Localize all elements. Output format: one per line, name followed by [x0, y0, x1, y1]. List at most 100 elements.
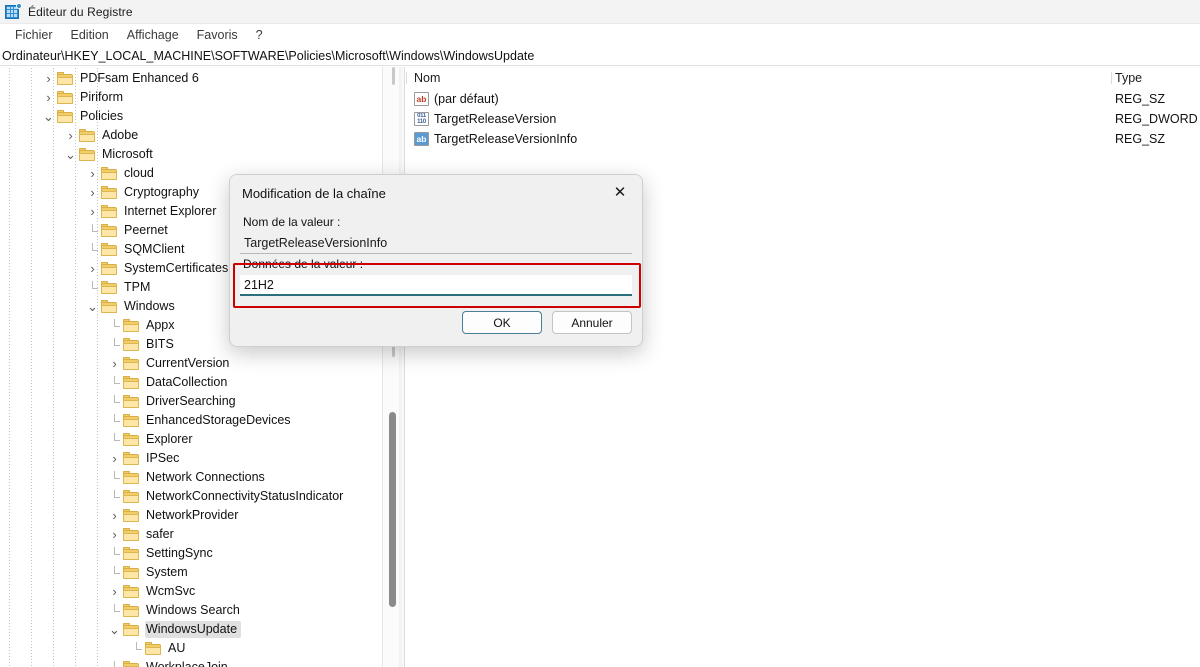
tree-item[interactable]: EnhancedStorageDevices	[0, 411, 382, 430]
tree-item-label: Policies	[80, 109, 124, 123]
value-row[interactable]: 011 110 TargetReleaseVersion REG_DWORD	[406, 109, 1200, 129]
folder-icon	[123, 489, 140, 504]
tree-item-label: EnhancedStorageDevices	[146, 413, 291, 427]
chevron-right-icon[interactable]: ›	[86, 167, 99, 180]
tree-item-label: Microsoft	[102, 147, 153, 161]
folder-icon	[123, 356, 140, 371]
menu-item-affichage[interactable]: Affichage	[118, 26, 188, 45]
tree-item-label: Adobe	[102, 128, 139, 142]
folder-icon	[123, 527, 140, 542]
tree-item[interactable]: › Adobe	[0, 126, 382, 145]
tree-item-label: Peernet	[124, 223, 168, 237]
tree-item[interactable]: WorkplaceJoin	[0, 658, 382, 667]
value-data-field[interactable]: 21H2	[240, 275, 632, 296]
chevron-right-icon[interactable]: ›	[108, 509, 121, 522]
chevron-right-icon[interactable]: ›	[86, 262, 99, 275]
menu-item-fichier[interactable]: Fichier	[6, 26, 62, 45]
window-title: Éditeur du Registre	[28, 4, 133, 19]
value-row[interactable]: ab (par défaut) REG_SZ	[406, 89, 1200, 109]
folder-icon	[101, 204, 118, 219]
registry-tree-pane[interactable]: › PDFsam Enhanced 6 › Piriform ⌄ Policies › Ado…	[0, 67, 382, 667]
chevron-right-icon[interactable]: ›	[108, 585, 121, 598]
chevron-right-icon[interactable]: ›	[108, 357, 121, 370]
tree-item[interactable]: DriverSearching	[0, 392, 382, 411]
chevron-down-icon[interactable]: ⌄	[42, 110, 55, 123]
chevron-right-icon[interactable]: ›	[108, 452, 121, 465]
menu-item-help[interactable]: ?	[247, 26, 272, 45]
tree-connector	[108, 433, 121, 446]
tree-item[interactable]: › CurrentVersion	[0, 354, 382, 373]
chevron-right-icon[interactable]: ›	[64, 129, 77, 142]
tree-item-label: System	[146, 565, 188, 579]
registry-values-pane[interactable]: Nom Type ab (par défaut) REG_SZ 011 110 Targe…	[406, 67, 1200, 667]
tree-item[interactable]: › safer	[0, 525, 382, 544]
ok-button[interactable]: OK	[462, 311, 542, 334]
tree-item[interactable]: Windows Search	[0, 601, 382, 620]
folder-icon	[79, 147, 96, 162]
tree-item-label: BITS	[146, 337, 174, 351]
value-name-field[interactable]: TargetReleaseVersionInfo	[240, 233, 632, 254]
address-path: Ordinateur\HKEY_LOCAL_MACHINE\SOFTWARE\P…	[2, 48, 535, 63]
chevron-right-icon[interactable]: ›	[86, 186, 99, 199]
tree-item[interactable]: › PDFsam Enhanced 6	[0, 69, 382, 88]
tree-item[interactable]: SettingSync	[0, 544, 382, 563]
menu-item-edition[interactable]: Edition	[62, 26, 118, 45]
value-type-cell: REG_DWORD	[1115, 112, 1198, 126]
value-row[interactable]: ab TargetReleaseVersionInfo REG_SZ	[406, 129, 1200, 149]
tree-item-label: WorkplaceJoin	[146, 660, 228, 667]
chevron-down-icon[interactable]: ⌄	[64, 148, 77, 161]
tree-item[interactable]: ⌄ Policies	[0, 107, 382, 126]
chevron-right-icon[interactable]: ›	[42, 91, 55, 104]
folder-icon	[101, 223, 118, 238]
values-column-header: Nom Type	[406, 67, 1200, 89]
folder-icon	[101, 299, 118, 314]
tree-item[interactable]: Explorer	[0, 430, 382, 449]
folder-icon	[101, 280, 118, 295]
tree-item[interactable]: › IPSec	[0, 449, 382, 468]
cancel-button[interactable]: Annuler	[552, 311, 632, 334]
tree-item[interactable]: ⌄ WindowsUpdate	[0, 620, 382, 639]
tree-connector	[108, 338, 121, 351]
value-name-cell: ab TargetReleaseVersionInfo	[406, 132, 1111, 146]
dialog-body: Nom de la valeur : TargetReleaseVersionI…	[230, 215, 642, 296]
tree-item[interactable]: ⌄ Microsoft	[0, 145, 382, 164]
address-bar[interactable]: Ordinateur\HKEY_LOCAL_MACHINE\SOFTWARE\P…	[0, 46, 1200, 66]
tree-item-label: SettingSync	[146, 546, 213, 560]
value-data-label: Données de la valeur :	[243, 257, 364, 271]
tree-connector	[86, 243, 99, 256]
registry-tree-list: › PDFsam Enhanced 6 › Piriform ⌄ Policies › Ado…	[0, 67, 382, 667]
column-header-type[interactable]: Type	[1111, 71, 1200, 85]
column-header-name[interactable]: Nom	[406, 71, 1111, 85]
tree-item[interactable]: DataCollection	[0, 373, 382, 392]
tree-connector	[108, 604, 121, 617]
splitter-grip-top[interactable]	[392, 67, 395, 85]
tree-vertical-scrollbar[interactable]	[386, 67, 399, 667]
tree-scrollbar-thumb[interactable]	[389, 412, 396, 607]
chevron-right-icon[interactable]: ›	[42, 72, 55, 85]
chevron-right-icon[interactable]: ›	[108, 528, 121, 541]
value-name-text: TargetReleaseVersionInfo	[434, 132, 578, 146]
folder-icon	[123, 432, 140, 447]
menu-item-favoris[interactable]: Favoris	[188, 26, 247, 45]
tree-connector	[108, 471, 121, 484]
value-type-cell: REG_SZ	[1115, 132, 1166, 146]
pane-splitter[interactable]	[382, 67, 405, 667]
registry-editor-icon	[5, 2, 22, 20]
tree-item-label: Piriform	[80, 90, 124, 104]
tree-item[interactable]: AU	[0, 639, 382, 658]
tree-item-label: Appx	[146, 318, 175, 332]
chevron-down-icon[interactable]: ⌄	[86, 300, 99, 313]
tree-item[interactable]: › WcmSvc	[0, 582, 382, 601]
tree-item[interactable]: NetworkConnectivityStatusIndicator	[0, 487, 382, 506]
chevron-right-icon[interactable]: ›	[86, 205, 99, 218]
tree-item[interactable]: › Piriform	[0, 88, 382, 107]
tree-connector	[108, 661, 121, 667]
folder-icon	[123, 451, 140, 466]
tree-item[interactable]: System	[0, 563, 382, 582]
edit-string-dialog: Modification de la chaîne ✕ Nom de la va…	[229, 174, 643, 347]
chevron-down-icon[interactable]: ⌄	[108, 623, 121, 636]
tree-item[interactable]: Network Connections	[0, 468, 382, 487]
tree-item-label: WindowsUpdate	[145, 621, 242, 638]
tree-item[interactable]: › NetworkProvider	[0, 506, 382, 525]
close-icon[interactable]: ✕	[598, 175, 642, 209]
